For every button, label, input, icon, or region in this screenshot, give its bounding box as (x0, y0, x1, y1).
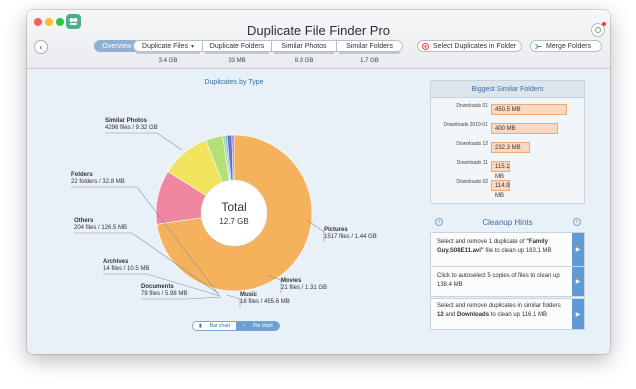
chevron-left-icon[interactable]: ‹ (435, 218, 443, 226)
play-icon: ▶ (575, 279, 581, 285)
label-pictures: Pictures 1517 files / 1.44 GB (324, 227, 377, 241)
chart-view-toggle: ▮ Bar chart ◔ Pie chart (192, 321, 280, 331)
slice-detail: 4296 files / 9.32 GB (105, 125, 158, 131)
label-documents: Documents 79 files / 5.98 MB (141, 284, 187, 298)
hint-text: Select and remove duplicates in similar … (437, 302, 567, 320)
slice-name: Similar Photos (105, 118, 148, 124)
hint-text-part: Select and remove duplicates in similar … (437, 303, 561, 309)
hint-card[interactable]: Select and remove 1 duplicate of "Family… (430, 232, 585, 267)
slice-detail: 22 folders / 32.8 MB (71, 179, 125, 185)
hint-go-button[interactable]: ▶ (572, 267, 584, 296)
hint-text-part: file to clean up 183.1 MB (483, 248, 552, 254)
slice-detail: 21 files / 1.31 GB (281, 285, 328, 291)
slice-detail: 18 files / 455.6 MB (240, 299, 290, 305)
label-similar-photos: Similar Photos 4296 files / 9.32 GB (105, 118, 158, 132)
similar-folder-name: Downloads 02 (456, 179, 488, 185)
slice-name: Archives (103, 259, 129, 265)
slice-name: Pictures (324, 227, 348, 233)
hint-card[interactable]: Select and remove duplicates in similar … (430, 298, 585, 330)
similar-folder-row[interactable]: Downloads 2019-01 400 MB (431, 122, 586, 136)
similar-folders-panel: Biggest Similar Folders Downloads 01 450.… (430, 80, 585, 204)
callout-line (105, 132, 183, 151)
hint-text-part: Select and remove 1 duplicate of (437, 239, 527, 245)
similar-folder-row[interactable]: Downloads 02 114.9 MB (431, 179, 586, 199)
similar-folder-bar[interactable]: 114.9 MB (491, 180, 510, 199)
slice-name: Music (240, 292, 258, 298)
slice-detail: 14 files / 10.5 MB (103, 266, 150, 272)
pie-chart-toggle[interactable]: ◔ Pie chart (236, 322, 279, 330)
hint-go-button[interactable]: ▶ (572, 299, 584, 329)
play-icon: ▶ (575, 311, 581, 318)
hint-text-part: Downloads (457, 312, 490, 318)
label-movies: Movies 21 files / 1.31 GB (281, 278, 327, 292)
hint-text-part: and (443, 312, 458, 318)
slice-detail: 1517 files / 1.44 GB (324, 234, 377, 240)
hint-text-part: 12 (437, 312, 444, 318)
slice-name: Movies (281, 278, 302, 284)
callout-line (306, 219, 325, 242)
similar-folder-row[interactable]: Downloads 01 450.5 MB (431, 103, 586, 117)
hint-text: Select and remove 1 duplicate of "Family… (437, 238, 567, 256)
similar-folder-name: Downloads 2019-01 (443, 122, 488, 128)
hint-card[interactable]: Click to autoselect 5 copies of files to… (430, 266, 585, 297)
slice-detail: 204 files / 126.5 MB (74, 225, 128, 231)
pie-chart-label: Pie chart (253, 323, 273, 329)
bar-chart-label: Bar chart (209, 323, 231, 329)
similar-folder-name: Downloads 12 (456, 141, 488, 147)
label-archives: Archives 14 files / 10.5 MB (103, 259, 149, 273)
play-icon: ▶ (575, 247, 581, 253)
label-others: Others 204 files / 126.5 MB (74, 218, 127, 232)
similar-folder-row[interactable]: Downloads 12 232.3 MB (431, 141, 586, 155)
hint-text: Click to autoselect 5 copies of files to… (437, 272, 567, 290)
callout-line (266, 274, 282, 293)
callout-line (226, 294, 241, 307)
slice-name: Folders (71, 172, 93, 178)
hint-text-part: to clean up 116.1 MB (489, 312, 547, 318)
hint-text-part: Click to autoselect 5 copies of files to… (437, 273, 560, 288)
cleanup-hints-title: Cleanup Hints (482, 217, 533, 227)
similar-folders-title: Biggest Similar Folders (431, 81, 584, 98)
similar-folder-row[interactable]: Downloads 11 115.1 MB (431, 160, 586, 180)
similar-folder-name: Downloads 11 (456, 160, 488, 166)
similar-folder-name: Downloads 01 (456, 103, 488, 109)
chevron-right-icon[interactable]: › (573, 218, 581, 226)
slice-name: Others (74, 218, 94, 224)
label-folders: Folders 22 folders / 32.8 MB (71, 172, 125, 186)
app-window: Duplicate File Finder Pro ‹ Overview Dup… (27, 10, 610, 354)
bar-chart-toggle[interactable]: ▮ Bar chart (193, 322, 237, 330)
similar-folder-bar[interactable]: 232.3 MB (491, 142, 530, 153)
similar-folder-bar[interactable]: 400 MB (491, 123, 558, 134)
label-music: Music 18 files / 455.6 MB (240, 292, 290, 306)
hint-go-button[interactable]: ▶ (572, 233, 584, 266)
slice-name: Documents (141, 284, 174, 290)
pie-chart-icon: ◔ (242, 323, 246, 329)
bar-chart-icon: ▮ (199, 323, 202, 329)
slice-detail: 79 files / 5.98 MB (141, 291, 188, 297)
similar-folder-bar[interactable]: 115.1 MB (491, 161, 510, 180)
similar-folder-bar[interactable]: 450.5 MB (491, 104, 567, 115)
